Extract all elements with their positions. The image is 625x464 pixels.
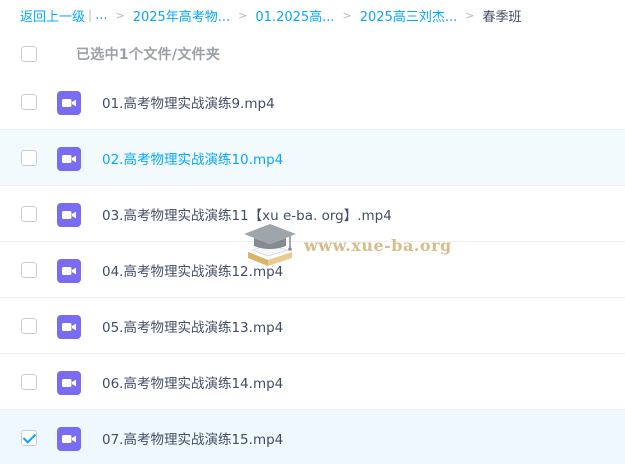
chevron-right-icon: > <box>465 8 475 22</box>
selection-count-label: 已选中1个文件/文件夹 <box>76 47 221 63</box>
file-name[interactable]: 03.高考物理实战演练11【xu e-ba. org】.mp4 <box>102 204 392 224</box>
file-name[interactable]: 01.高考物理实战演练9.mp4 <box>102 92 275 112</box>
row-checkbox[interactable] <box>21 318 37 334</box>
file-row[interactable]: 01.高考物理实战演练9.mp4 <box>0 74 625 130</box>
file-row[interactable]: 05.高考物理实战演练13.mp4 <box>0 298 625 354</box>
chevron-right-icon: > <box>115 8 125 22</box>
video-file-icon <box>57 91 81 115</box>
back-link[interactable]: 返回上一级 <box>20 6 85 25</box>
file-row[interactable]: 07.高考物理实战演练15.mp4 <box>0 410 625 464</box>
file-row[interactable]: 06.高考物理实战演练14.mp4 <box>0 354 625 410</box>
list-header: 已选中1个文件/文件夹 <box>0 36 625 72</box>
select-all-checkbox[interactable] <box>21 46 37 62</box>
breadcrumb-current: 春季班 <box>482 9 522 25</box>
breadcrumb-item[interactable]: 2025年高考物... <box>133 6 230 25</box>
row-checkbox[interactable] <box>21 374 37 390</box>
file-browser: 返回上一级 | ... > 2025年高考物... > 01.2025高... … <box>0 0 625 464</box>
file-row[interactable]: 04.高考物理实战演练12.mp4 <box>0 242 625 298</box>
video-file-icon <box>57 259 81 283</box>
row-checkbox[interactable] <box>21 430 37 446</box>
file-name[interactable]: 05.高考物理实战演练13.mp4 <box>102 316 283 336</box>
video-file-icon <box>57 427 81 451</box>
file-name[interactable]: 04.高考物理实战演练12.mp4 <box>102 260 283 280</box>
chevron-right-icon: > <box>342 8 352 22</box>
video-file-icon <box>57 371 81 395</box>
video-file-icon <box>57 203 81 227</box>
breadcrumb-separator: | <box>88 8 93 22</box>
breadcrumb-item[interactable]: 2025高三刘杰... <box>360 6 457 25</box>
file-name[interactable]: 02.高考物理实战演练10.mp4 <box>102 148 283 168</box>
breadcrumb-ellipsis[interactable]: ... <box>95 8 107 23</box>
file-name[interactable]: 06.高考物理实战演练14.mp4 <box>102 372 283 392</box>
video-file-icon <box>57 147 81 171</box>
row-checkbox[interactable] <box>21 262 37 278</box>
chevron-right-icon: > <box>238 8 248 22</box>
row-checkbox[interactable] <box>21 150 37 166</box>
file-name[interactable]: 07.高考物理实战演练15.mp4 <box>102 428 283 448</box>
video-file-icon <box>57 315 81 339</box>
file-row[interactable]: 02.高考物理实战演练10.mp4 <box>0 130 625 186</box>
breadcrumb: 返回上一级 | ... > 2025年高考物... > 01.2025高... … <box>20 5 521 25</box>
row-checkbox[interactable] <box>21 206 37 222</box>
breadcrumb-item[interactable]: 01.2025高... <box>255 6 334 25</box>
file-list: 01.高考物理实战演练9.mp4 02.高考物理实战演练10.mp4 03.高考物理… <box>0 74 625 464</box>
file-row[interactable]: 03.高考物理实战演练11【xu e-ba. org】.mp4 <box>0 186 625 242</box>
row-checkbox[interactable] <box>21 94 37 110</box>
